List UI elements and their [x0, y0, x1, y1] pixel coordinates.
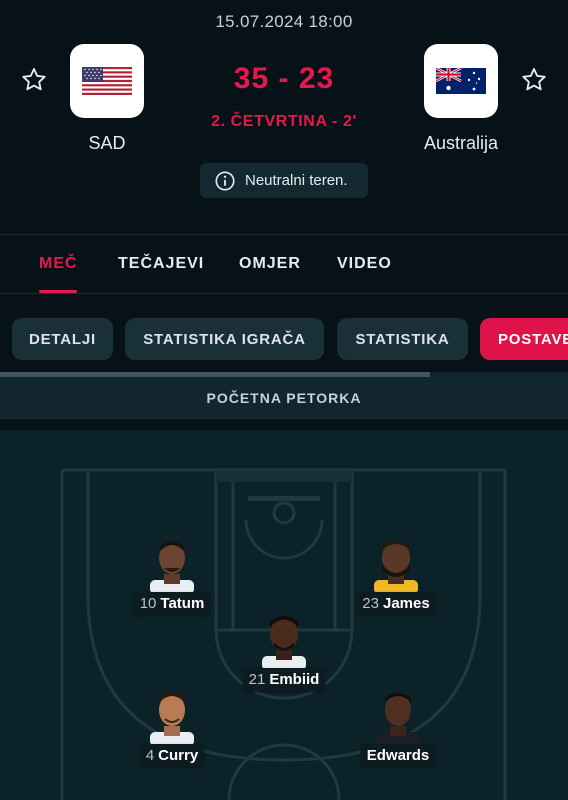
venue-text: Neutralni teren.	[245, 172, 348, 189]
tab-video[interactable]: VIDEO	[337, 235, 392, 293]
info-icon	[215, 170, 235, 191]
player-number: 23	[362, 595, 379, 612]
subtab-postave[interactable]: POSTAVE	[480, 318, 568, 360]
player-avatar-edwards	[376, 693, 420, 746]
away-team-name[interactable]: Australija	[396, 133, 526, 154]
favorite-away-star-icon[interactable]	[518, 64, 550, 96]
player-card[interactable]: 10 Tatum	[117, 534, 227, 634]
tabs-divider	[0, 293, 568, 294]
tab-tecajevi[interactable]: TEČAJEVI	[118, 235, 204, 293]
australia-flag-icon	[436, 68, 486, 94]
sub-tabs: DETALJI STATISTIKA IGRAČA STATISTIKA POS…	[0, 318, 568, 360]
usa-flag-icon	[82, 67, 132, 95]
match-datetime: 15.07.2024 18:00	[215, 12, 353, 31]
player-number: 4	[145, 747, 155, 764]
favorite-home-star-icon[interactable]	[18, 64, 50, 96]
player-number: 21	[248, 671, 266, 688]
player-card[interactable]: 4 Curry	[117, 686, 227, 786]
player-avatar-embiid	[262, 616, 306, 670]
player-avatar-tatum	[150, 541, 194, 594]
player-card[interactable]: 21 Embiid	[229, 610, 339, 710]
lineup-title: POČETNA PETORKA	[0, 377, 568, 419]
player-card[interactable]: 23 James	[341, 534, 451, 634]
player-avatar-james	[374, 541, 418, 594]
player-number: 10	[139, 595, 157, 612]
player-card[interactable]: Edwards	[343, 686, 453, 786]
match-period: 2. ČETVRTINA - 2'	[211, 113, 357, 130]
player-name: Curry	[158, 747, 199, 764]
player-name: Edwards	[366, 747, 430, 764]
subtab-statistika[interactable]: STATISTIKA	[337, 318, 468, 360]
main-tabs: MEČ TEČAJEVI OMJER VIDEO	[0, 235, 568, 293]
home-team-logo[interactable]	[70, 44, 144, 118]
player-name: Embiid	[269, 671, 320, 688]
home-team-name[interactable]: SAD	[57, 133, 157, 154]
tab-omjer[interactable]: OMJER	[239, 235, 301, 293]
player-avatar-curry	[150, 692, 194, 746]
tab-mec[interactable]: MEČ	[39, 235, 78, 293]
player-name: Tatum	[160, 595, 205, 612]
away-team-logo[interactable]	[424, 44, 498, 118]
venue-badge: Neutralni teren.	[200, 163, 368, 198]
subtab-detalji[interactable]: DETALJI	[12, 318, 113, 360]
subtab-statistika-igraca[interactable]: STATISTIKA IGRAČA	[125, 318, 324, 360]
match-header: 15.07.2024 18:00 35 - 23 2. ČETVRTINA - …	[0, 0, 568, 234]
player-name: James	[382, 595, 430, 612]
match-score: 35 - 23	[233, 62, 335, 95]
